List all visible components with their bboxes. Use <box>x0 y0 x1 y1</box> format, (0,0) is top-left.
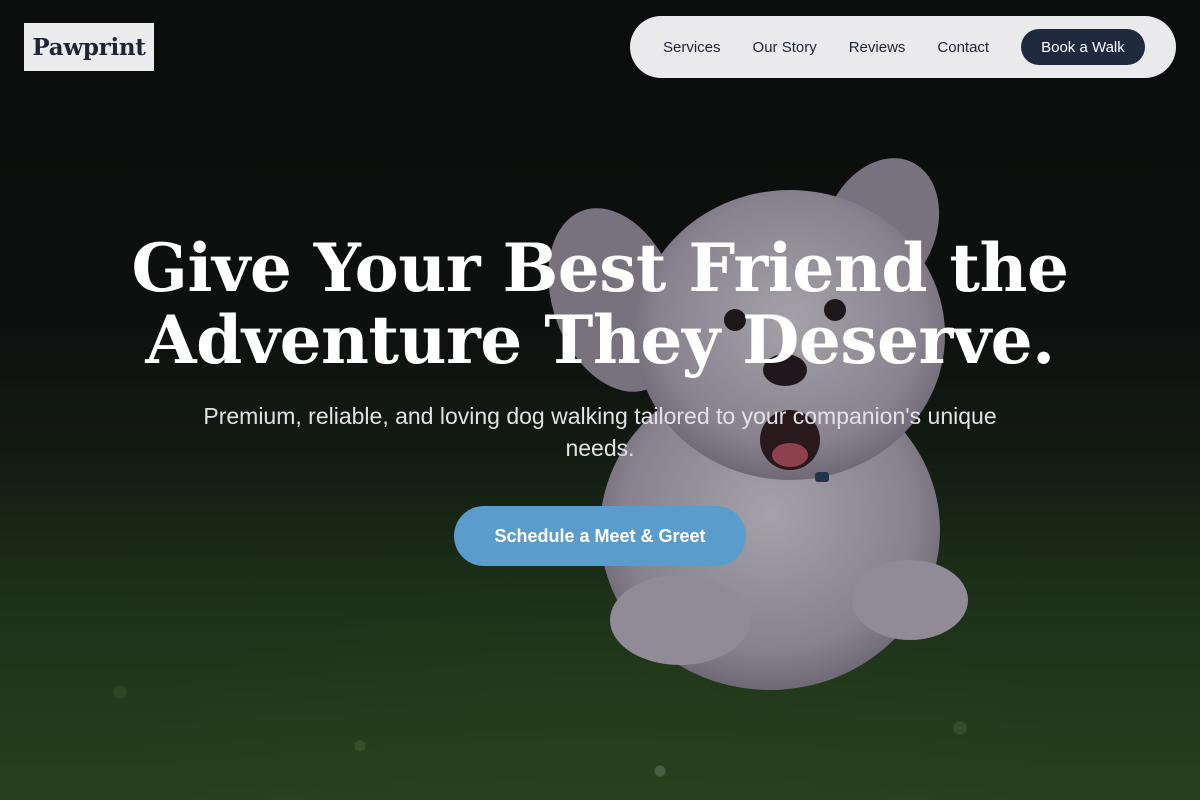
headline-line-1: Give Your Best Friend the <box>131 229 1069 307</box>
hero-subheadline: Premium, reliable, and loving dog walkin… <box>203 403 997 461</box>
logo[interactable]: Pawprint <box>24 23 154 71</box>
logo-text: Pawprint <box>32 33 146 61</box>
nav-link-our-story[interactable]: Our Story <box>753 39 817 56</box>
nav-link-services[interactable]: Services <box>663 39 721 56</box>
nav-link-reviews[interactable]: Reviews <box>849 39 906 56</box>
schedule-meet-greet-button[interactable]: Schedule a Meet & Greet <box>454 506 746 566</box>
hero-content: Give Your Best Friend the Adventure They… <box>0 232 1200 566</box>
nav-link-contact[interactable]: Contact <box>937 39 989 56</box>
headline-line-2: Adventure They Deserve. <box>145 301 1055 379</box>
top-navigation: Services Our Story Reviews Contact Book … <box>630 16 1176 78</box>
hero-headline: Give Your Best Friend the Adventure They… <box>0 232 1200 376</box>
book-a-walk-button[interactable]: Book a Walk <box>1021 29 1145 65</box>
hero-section: Pawprint Services Our Story Reviews Cont… <box>0 0 1200 800</box>
